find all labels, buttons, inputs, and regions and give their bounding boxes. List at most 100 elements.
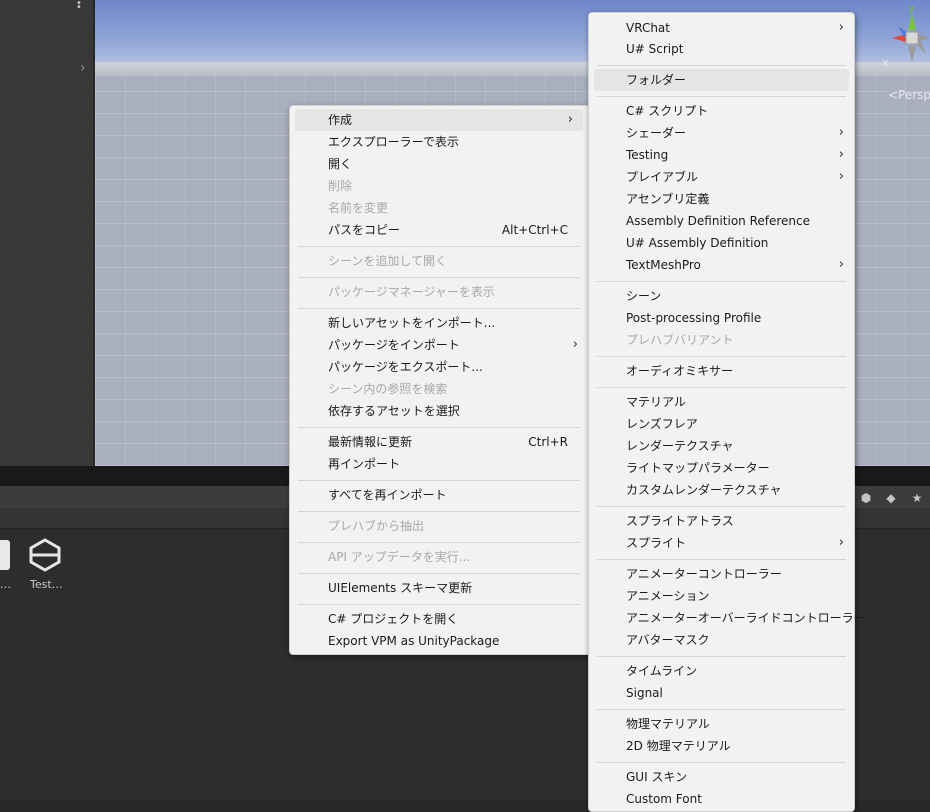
create-submenu-item-26[interactable]: アバターマスク	[589, 629, 854, 651]
menu-separator	[298, 604, 580, 605]
create-submenu-item-21[interactable]: スプライトアトラス	[589, 510, 854, 532]
create-submenu-item-18[interactable]: レンダーテクスチャ	[589, 435, 854, 457]
create-submenu-item-22[interactable]: スプライト ›	[589, 532, 854, 554]
create-submenu-item-label: VRChat	[626, 21, 670, 35]
context-menu-item-label: プレハブから抽出	[328, 519, 425, 533]
create-submenu-item-1[interactable]: VRChat ›	[589, 17, 854, 39]
create-submenu-item-label: 2D 物理マテリアル	[626, 739, 731, 753]
create-submenu-item-31[interactable]: GUI スキン	[589, 766, 854, 788]
create-submenu-item-label: プレイアブル	[626, 170, 699, 184]
context-menu-item-16[interactable]: すべてを再インポート	[290, 484, 588, 506]
context-menu-item-11[interactable]: パッケージをエクスポート...	[290, 356, 588, 378]
menu-separator	[597, 387, 846, 388]
create-submenu-item-9[interactable]: Assembly Definition Reference	[589, 210, 854, 232]
create-submenu-item-2[interactable]: U# Script	[589, 38, 854, 60]
context-menu-item-label: 再インポート	[328, 457, 401, 471]
favorite-star-icon[interactable]: ★	[908, 490, 926, 506]
create-submenu-item-19[interactable]: ライトマップパラメーター	[589, 457, 854, 479]
context-menu-item-9[interactable]: 新しいアセットをインポート...	[290, 312, 588, 334]
gizmo-x-label: x	[882, 56, 889, 69]
create-submenu-item-label: Custom Font	[626, 792, 702, 806]
create-submenu-item-label: 物理マテリアル	[626, 717, 710, 731]
context-menu-item-19[interactable]: UIElements スキーマ更新	[290, 577, 588, 599]
create-submenu-item-27[interactable]: タイムライン	[589, 660, 854, 682]
create-submenu-item-label: シーン	[626, 289, 662, 303]
context-menu-item-21[interactable]: Export VPM as UnityPackage	[290, 630, 588, 652]
create-submenu-item-28[interactable]: Signal	[589, 682, 854, 704]
context-menu-item-label: パスをコピー	[328, 223, 401, 237]
context-menu-item-label: 依存するアセットを選択	[328, 404, 460, 418]
menu-separator	[597, 281, 846, 282]
menu-separator	[298, 511, 580, 512]
context-menu-item-2[interactable]: エクスプローラーで表示	[290, 131, 588, 153]
context-menu-item-label: C# プロジェクトを開く	[328, 612, 459, 626]
asset-label-left[interactable]: …	[0, 578, 11, 591]
create-submenu-item-3[interactable]: フォルダー	[594, 69, 849, 91]
filter-by-type-icon[interactable]: ⬢	[857, 490, 875, 506]
context-menu-item-label: 削除	[328, 179, 353, 193]
create-submenu-item-label: GUI スキン	[626, 770, 688, 784]
context-menu-item-label: 作成	[328, 113, 353, 127]
create-submenu-item-8[interactable]: アセンブリ定義	[589, 188, 854, 210]
context-menu-item-12: シーン内の参照を検索	[290, 378, 588, 400]
create-submenu-item-label: TextMeshPro	[626, 258, 701, 272]
create-submenu-item-20[interactable]: カスタムレンダーテクスチャ	[589, 479, 854, 501]
create-submenu-item-label: Signal	[626, 686, 663, 700]
create-submenu-item-17[interactable]: レンズフレア	[589, 413, 854, 435]
context-menu-item-20[interactable]: C# プロジェクトを開く	[290, 608, 588, 630]
perspective-label[interactable]: <Persp	[888, 88, 930, 102]
kebab-menu-icon[interactable]: •••	[76, 0, 84, 13]
create-submenu-item-16[interactable]: マテリアル	[589, 391, 854, 413]
context-menu-item-13[interactable]: 依存するアセットを選択	[290, 400, 588, 422]
context-menu-item-label: API アップデータを実行...	[328, 550, 471, 564]
menu-separator	[298, 308, 580, 309]
document-asset-icon[interactable]	[0, 540, 10, 570]
create-submenu-item-15[interactable]: オーディオミキサー	[589, 360, 854, 382]
context-menu-item-15[interactable]: 再インポート	[290, 453, 588, 475]
submenu-arrow-icon: ›	[567, 112, 573, 127]
create-submenu-item-5[interactable]: シェーダー ›	[589, 122, 854, 144]
create-submenu-item-label: Post-processing Profile	[626, 311, 762, 325]
create-submenu-item-4[interactable]: C# スクリプト	[589, 100, 854, 122]
create-submenu-item-label: シェーダー	[626, 126, 687, 140]
project-context-menu: 作成 › エクスプローラーで表示 開く削除名前を変更 パスをコピー Alt+Ctrl+C シ…	[289, 105, 589, 655]
create-submenu-item-25[interactable]: アニメーターオーバーライドコントローラー	[589, 607, 866, 629]
submenu-arrow-icon: ›	[838, 20, 844, 35]
create-submenu-item-32[interactable]: Custom Font	[589, 788, 854, 810]
create-submenu-item-7[interactable]: プレイアブル ›	[589, 166, 854, 188]
create-submenu-item-30[interactable]: 2D 物理マテリアル	[589, 735, 854, 757]
filter-by-label-icon[interactable]: ◆	[882, 490, 900, 506]
create-submenu-item-label: アバターマスク	[626, 633, 710, 647]
create-submenu-item-12[interactable]: シーン	[589, 285, 854, 307]
context-menu-item-4: 削除	[290, 175, 588, 197]
shortcut-label: Ctrl+R	[528, 435, 568, 449]
create-submenu-item-13[interactable]: Post-processing Profile	[589, 307, 854, 329]
context-menu-item-label: エクスプローラーで表示	[328, 135, 459, 149]
context-menu-item-14[interactable]: 最新情報に更新 Ctrl+R	[290, 431, 588, 453]
create-submenu-item-11[interactable]: TextMeshPro ›	[589, 254, 854, 276]
create-submenu-item-10[interactable]: U# Assembly Definition	[589, 232, 854, 254]
create-submenu-item-label: マテリアル	[626, 395, 686, 409]
create-submenu-item-29[interactable]: 物理マテリアル	[589, 713, 854, 735]
context-menu-item-10[interactable]: パッケージをインポート ›	[290, 334, 588, 356]
orientation-gizmo-icon[interactable]: y x	[878, 0, 930, 80]
menu-separator	[298, 427, 580, 428]
unity-logo-icon[interactable]	[28, 538, 62, 572]
menu-separator	[597, 506, 846, 507]
create-submenu: VRChat › U# Script フォルダー C# スクリプト シェーダー › Testi…	[588, 12, 866, 812]
context-menu-item-3[interactable]: 開く	[290, 153, 588, 175]
asset-label-test[interactable]: Test…	[30, 578, 63, 591]
context-menu-item-5: 名前を変更	[290, 197, 588, 219]
context-menu-item-label: 最新情報に更新	[328, 435, 413, 449]
submenu-arrow-icon: ›	[838, 169, 844, 184]
create-submenu-item-23[interactable]: アニメーターコントローラー	[589, 563, 854, 585]
collapse-chevron-icon[interactable]: ›	[80, 60, 86, 76]
context-menu-item-label: 開く	[328, 157, 353, 171]
create-submenu-item-label: アニメーターオーバーライドコントローラー	[626, 611, 866, 625]
create-submenu-item-6[interactable]: Testing ›	[589, 144, 854, 166]
context-menu-item-6[interactable]: パスをコピー Alt+Ctrl+C	[290, 219, 588, 241]
create-submenu-item-label: U# Script	[626, 42, 684, 56]
create-submenu-item-24[interactable]: アニメーション	[589, 585, 854, 607]
menu-separator	[597, 65, 846, 66]
context-menu-item-1[interactable]: 作成 ›	[295, 109, 583, 131]
